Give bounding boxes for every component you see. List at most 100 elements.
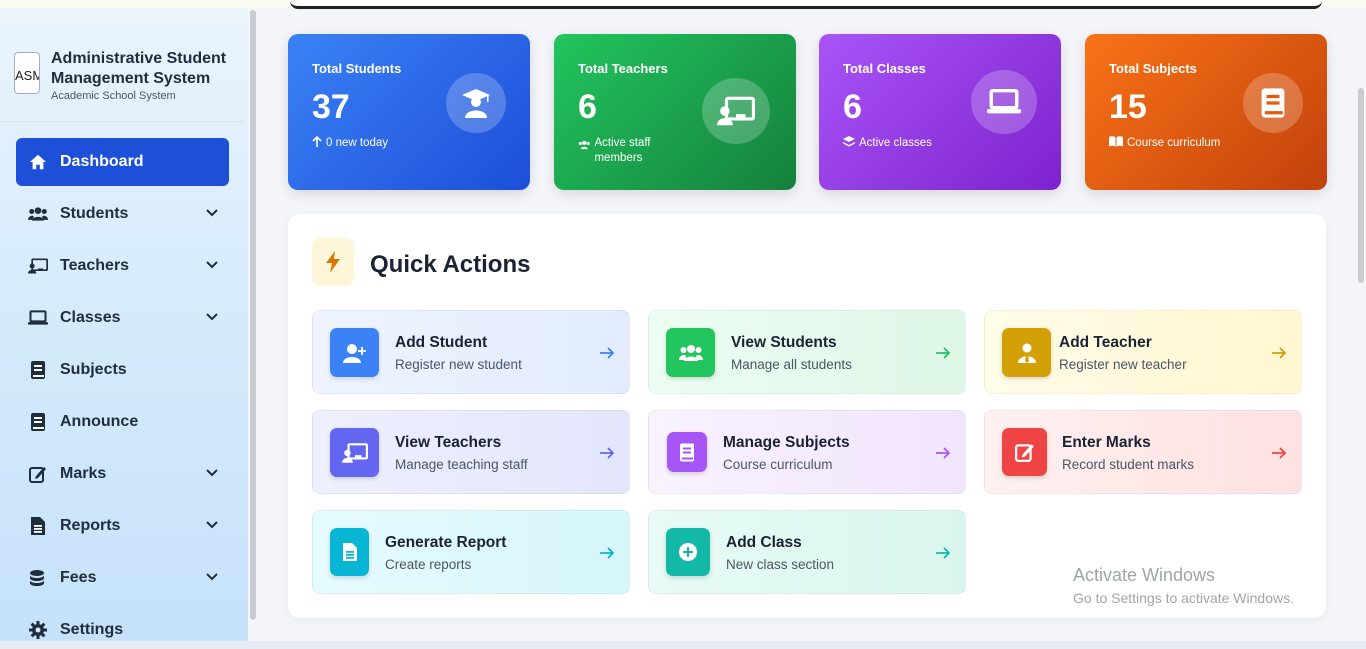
stat-card-subjects[interactable]: Total Subjects 15 Course curriculum [1085, 34, 1327, 190]
logo-image: ASMS [14, 52, 40, 94]
bolt-icon [312, 238, 354, 286]
stat-sub-text: 0 new today [326, 137, 389, 149]
stat-sub: Active staff members [578, 136, 678, 166]
bottom-strip [0, 641, 1366, 649]
sidebar-nav: Dashboard Students Teachers Classes Subj… [16, 138, 229, 649]
chevron-down-icon [206, 209, 218, 217]
action-generate-report[interactable]: Generate Report Create reports [312, 510, 630, 594]
action-subtitle: Register new teacher [1059, 357, 1187, 372]
arrow-up-icon [312, 136, 322, 147]
sidebar-item-label: Announce [60, 413, 139, 430]
sidebar-item-marks[interactable]: Marks [16, 450, 229, 498]
action-subtitle: Course curriculum [723, 457, 833, 472]
chevron-down-icon [206, 573, 218, 581]
sidebar-item-dashboard[interactable]: Dashboard [16, 138, 229, 186]
stat-card-students[interactable]: Total Students 37 0 new today [288, 34, 530, 190]
sidebar-item-label: Students [60, 205, 129, 222]
stat-sub-text: Course curriculum [1127, 137, 1221, 149]
user-plus-icon [330, 328, 379, 377]
top-header-bar [290, 0, 1322, 9]
edit-icon [1002, 428, 1047, 476]
action-subtitle: Register new student [395, 357, 522, 372]
action-subtitle: Create reports [385, 557, 472, 572]
sidebar: ASMS Administrative Student Management S… [0, 8, 248, 649]
top-strip [0, 0, 1366, 9]
windows-watermark-text: Go to Settings to activate Windows. [1073, 590, 1294, 606]
brand: ASMS Administrative Student Management S… [0, 8, 244, 122]
stat-sub: Active classes [843, 136, 932, 151]
gear-icon [28, 620, 48, 640]
stat-label: Total Subjects [1109, 61, 1197, 76]
sidebar-item-label: Dashboard [60, 153, 144, 170]
sidebar-item-reports[interactable]: Reports [16, 502, 229, 550]
action-add-class[interactable]: Add Class New class section [648, 510, 966, 594]
action-view-teachers[interactable]: View Teachers Manage teaching staff [312, 410, 630, 494]
arrow-right-icon [600, 447, 615, 459]
book-open-icon [1109, 136, 1123, 147]
chevron-down-icon [206, 469, 218, 477]
action-title: View Teachers [395, 434, 502, 451]
edit-icon [28, 464, 48, 484]
sidebar-item-label: Settings [60, 621, 124, 638]
action-title: Add Teacher [1059, 334, 1152, 351]
stat-sub-text: Active staff members [594, 137, 651, 164]
action-enter-marks[interactable]: Enter Marks Record student marks [984, 410, 1302, 494]
action-subtitle: New class section [726, 557, 835, 572]
stat-value: 6 [843, 88, 862, 126]
home-icon [28, 152, 48, 172]
graduate-icon [446, 73, 506, 133]
quick-actions-title: Quick Actions [370, 251, 531, 278]
action-title: Manage Subjects [723, 434, 850, 451]
sidebar-item-students[interactable]: Students [16, 190, 229, 238]
user-tie-icon [1002, 328, 1051, 377]
arrow-right-icon [1272, 347, 1287, 359]
action-title: Enter Marks [1062, 434, 1151, 451]
stat-value: 15 [1109, 88, 1147, 126]
book-icon [1243, 73, 1303, 133]
sidebar-scrollbar-thumb[interactable] [250, 10, 256, 620]
chalkboard-teacher-icon [330, 428, 379, 477]
users-icon [578, 140, 590, 150]
stat-label: Total Students [312, 61, 402, 76]
app-subtitle: Academic School System [51, 90, 176, 102]
coins-icon [28, 568, 48, 588]
plus-circle-icon [666, 528, 710, 576]
arrow-right-icon [936, 547, 951, 559]
file-icon [28, 516, 48, 536]
page-scrollbar-thumb[interactable] [1358, 88, 1364, 283]
arrow-right-icon [936, 347, 951, 359]
sidebar-item-announce[interactable]: Announce [16, 398, 229, 446]
arrow-right-icon [1272, 447, 1287, 459]
sidebar-scrollbar[interactable] [248, 8, 258, 649]
sidebar-item-label: Teachers [60, 257, 130, 274]
stat-sub: Course curriculum [1109, 136, 1220, 151]
book-icon [28, 360, 48, 380]
windows-watermark-title: Activate Windows [1073, 565, 1216, 585]
stat-sub: 0 new today [312, 136, 388, 151]
action-title: Add Class [726, 534, 802, 551]
action-add-student[interactable]: Add Student Register new student [312, 310, 630, 394]
stat-card-teachers[interactable]: Total Teachers 6 Active staff members [554, 34, 796, 190]
app-title: Administrative Student Management System [51, 50, 227, 87]
sidebar-item-teachers[interactable]: Teachers [16, 242, 229, 290]
action-title: Generate Report [385, 534, 507, 551]
arrow-right-icon [936, 447, 951, 459]
sidebar-item-classes[interactable]: Classes [16, 294, 229, 342]
laptop-icon [28, 308, 48, 328]
sidebar-item-fees[interactable]: Fees [16, 554, 229, 602]
stat-card-classes[interactable]: Total Classes 6 Active classes [819, 34, 1061, 190]
book-icon [667, 432, 707, 472]
action-subtitle: Manage teaching staff [395, 457, 528, 472]
action-view-students[interactable]: View Students Manage all students [648, 310, 966, 394]
stat-label: Total Classes [843, 61, 926, 76]
sidebar-item-subjects[interactable]: Subjects [16, 346, 229, 394]
chalkboard-teacher-icon [28, 256, 48, 276]
sidebar-item-label: Fees [60, 569, 97, 586]
action-add-teacher[interactable]: Add Teacher Register new teacher [984, 310, 1302, 394]
stat-sub-text: Active classes [859, 137, 932, 149]
action-manage-subjects[interactable]: Manage Subjects Course curriculum [648, 410, 966, 494]
page-scrollbar[interactable] [1356, 8, 1366, 641]
arrow-right-icon [600, 347, 615, 359]
sidebar-item-label: Reports [60, 517, 121, 534]
quick-actions-panel: Quick Actions Add Student Register new s… [288, 214, 1326, 618]
